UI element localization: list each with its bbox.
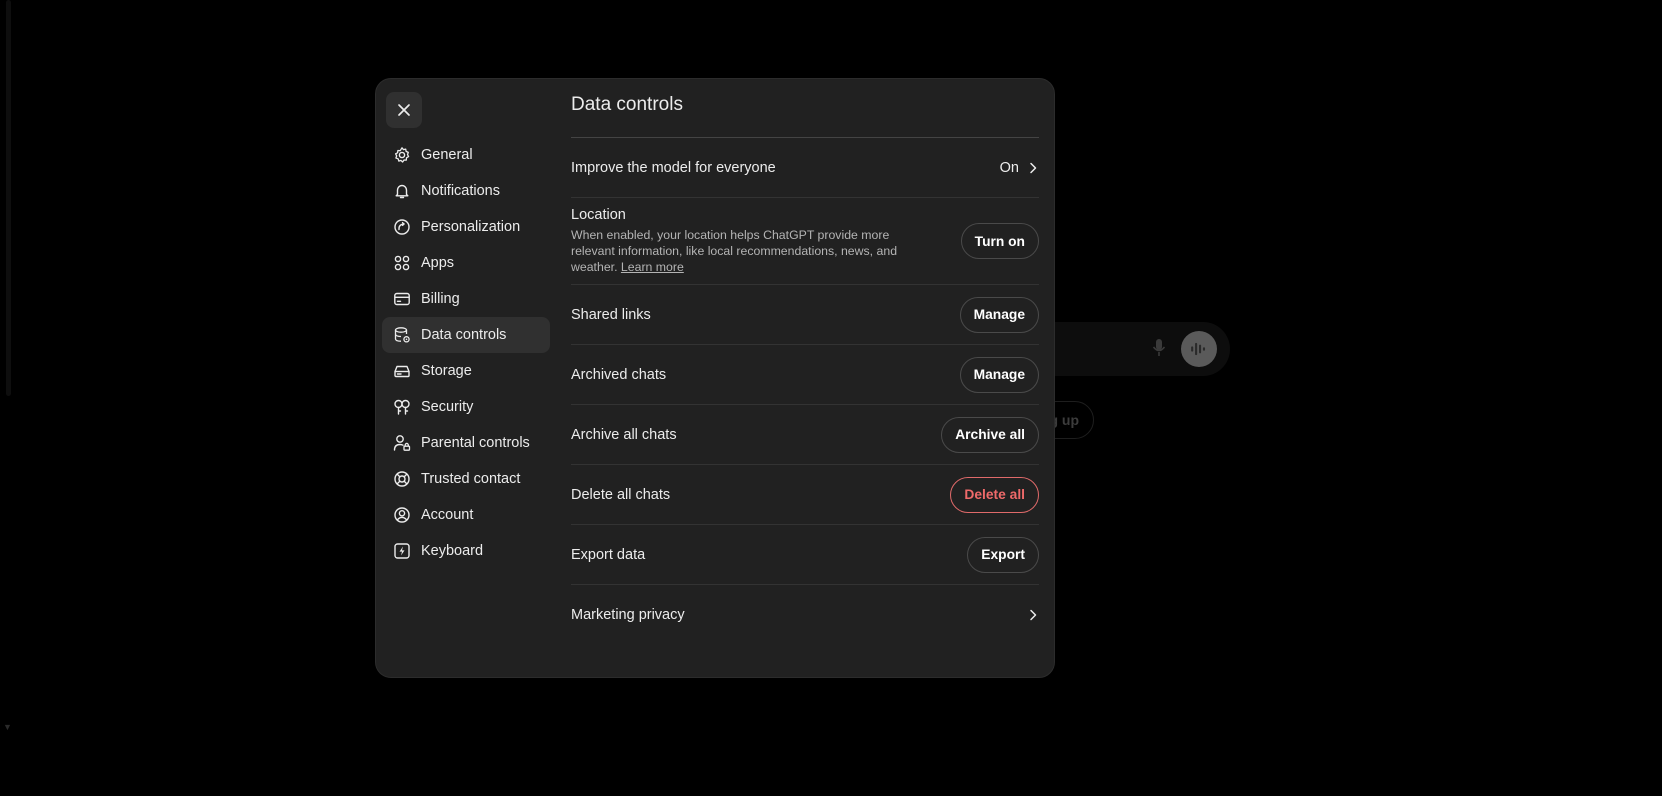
security-key-icon (393, 398, 411, 416)
sidebar-item-notifications[interactable]: Notifications (382, 173, 550, 209)
export-button[interactable]: Export (967, 536, 1039, 573)
apps-grid-icon (393, 254, 411, 272)
close-button[interactable] (386, 92, 422, 128)
sidebar-item-security[interactable]: Security (382, 389, 550, 425)
sidebar-item-account[interactable]: Account (382, 497, 550, 533)
gear-icon (393, 146, 411, 164)
setting-label: Delete all chats (571, 486, 671, 503)
manage-archived-chats-button[interactable]: Manage (959, 356, 1039, 393)
setting-location: Location When enabled, your location hel… (571, 198, 1039, 285)
settings-modal: General Notifications Personalization Ap… (375, 78, 1055, 678)
setting-improve-model: Improve the model for everyone On (571, 138, 1039, 198)
caret-down-icon: ▼ (3, 722, 12, 732)
improve-model-toggle[interactable]: On (1000, 160, 1039, 176)
bell-icon (393, 182, 411, 200)
turn-on-location-button[interactable]: Turn on (960, 223, 1039, 259)
page-title: Data controls (571, 94, 683, 115)
setting-label: Archive all chats (571, 426, 677, 443)
setting-label: Shared links (571, 306, 651, 323)
sidebar-item-label: Data controls (421, 327, 507, 343)
setting-label: Location (571, 207, 626, 223)
chevron-right-icon (1030, 162, 1037, 173)
parental-person-lock-icon (393, 434, 411, 452)
sidebar-item-label: Keyboard (421, 543, 484, 559)
location-text: Location When enabled, your location hel… (571, 207, 931, 275)
delete-all-button[interactable]: Delete all (950, 476, 1039, 513)
setting-value: On (999, 159, 1019, 176)
sidebar-item-label: General (421, 147, 473, 163)
setting-label: Improve the model for everyone (571, 159, 776, 176)
setting-marketing-privacy[interactable]: Marketing privacy (571, 585, 1039, 645)
storage-drive-icon (393, 362, 411, 380)
setting-archived-chats: Archived chats Manage (571, 345, 1039, 405)
sidebar-item-keyboard[interactable]: Keyboard (382, 533, 550, 569)
voice-mode-icon (1181, 331, 1217, 367)
sidebar-item-parental-controls[interactable]: Parental controls (382, 425, 550, 461)
location-description: When enabled, your location helps ChatGP… (571, 228, 898, 274)
database-gear-icon (393, 326, 411, 344)
sidebar-item-label: Storage (421, 363, 472, 379)
sidebar-item-label: Trusted contact (421, 471, 521, 487)
setting-label: Marketing privacy (571, 607, 685, 623)
archive-all-button[interactable]: Archive all (941, 416, 1039, 453)
setting-label: Archived chats (571, 366, 667, 383)
setting-archive-all-chats: Archive all chats Archive all (571, 405, 1039, 465)
settings-sidebar: General Notifications Personalization Ap… (382, 137, 550, 569)
setting-shared-links: Shared links Manage (571, 285, 1039, 345)
sidebar-item-label: Apps (421, 255, 455, 271)
setting-description: When enabled, your location helps ChatGP… (571, 227, 931, 275)
learn-more-link[interactable]: Learn more (621, 260, 684, 274)
lifebuoy-icon (393, 470, 411, 488)
manage-shared-links-button[interactable]: Manage (959, 296, 1039, 333)
sidebar-item-personalization[interactable]: Personalization (382, 209, 550, 245)
keyboard-bolt-icon (393, 542, 411, 560)
sidebar-item-apps[interactable]: Apps (382, 245, 550, 281)
sidebar-item-trusted-contact[interactable]: Trusted contact (382, 461, 550, 497)
sidebar-scrollbar (6, 0, 11, 396)
close-icon (398, 104, 410, 116)
microphone-icon (1152, 338, 1166, 358)
setting-label: Export data (571, 546, 646, 563)
credit-card-icon (393, 290, 411, 308)
sidebar-item-label: Parental controls (421, 435, 530, 451)
sidebar-item-data-controls[interactable]: Data controls (382, 317, 550, 353)
setting-export-data: Export data Export (571, 525, 1039, 585)
chevron-right-icon (1030, 609, 1037, 621)
sidebar-item-label: Notifications (421, 183, 500, 199)
sidebar-item-label: Security (421, 399, 474, 415)
setting-delete-all-chats: Delete all chats Delete all (571, 465, 1039, 525)
sidebar-item-billing[interactable]: Billing (382, 281, 550, 317)
user-circle-icon (393, 506, 411, 524)
personalization-icon (393, 218, 411, 236)
sidebar-item-general[interactable]: General (382, 137, 550, 173)
sidebar-item-storage[interactable]: Storage (382, 353, 550, 389)
sidebar-item-label: Account (421, 507, 474, 523)
sidebar-item-label: Personalization (421, 219, 521, 235)
sidebar-item-label: Billing (421, 291, 460, 307)
